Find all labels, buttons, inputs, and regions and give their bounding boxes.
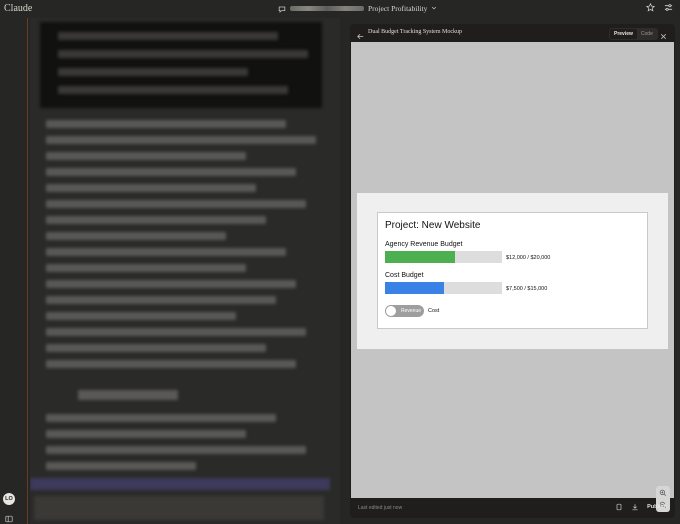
revenue-budget-label: Agency Revenue Budget bbox=[385, 241, 463, 248]
sliders-icon[interactable] bbox=[663, 2, 674, 13]
last-edited-text: Last edited just now bbox=[358, 505, 403, 511]
copy-icon[interactable] bbox=[615, 503, 623, 511]
artifact-footer: Last edited just now Publish bbox=[350, 498, 675, 518]
download-icon[interactable] bbox=[631, 503, 639, 511]
artifact-title: Dual Budget Tracking System Mockup bbox=[368, 29, 462, 35]
left-rail bbox=[0, 18, 28, 524]
project-title: Project: New Website bbox=[385, 220, 481, 231]
redacted-chat-title bbox=[290, 6, 364, 11]
artifact-panel: Dual Budget Tracking System Mockup Previ… bbox=[350, 24, 675, 518]
budget-card: Project: New Website Agency Revenue Budg… bbox=[377, 212, 648, 329]
toggle-revenue-label: Revenue bbox=[401, 308, 422, 314]
top-bar: Claude Project Profitability bbox=[0, 0, 680, 18]
artifact-header: Dual Budget Tracking System Mockup Previ… bbox=[350, 24, 675, 42]
project-name: Project Profitability bbox=[368, 4, 428, 13]
view-toggle: Preview Code bbox=[609, 28, 658, 40]
toggle-knob bbox=[386, 306, 396, 316]
sidebar-toggle-icon[interactable] bbox=[5, 510, 13, 523]
publish-button[interactable]: Publish bbox=[647, 504, 667, 510]
revenue-cost-toggle[interactable]: Revenue bbox=[385, 305, 424, 317]
cost-budget-bar bbox=[385, 282, 502, 294]
mockup-frame: Project: New Website Agency Revenue Budg… bbox=[357, 193, 668, 349]
tab-code[interactable]: Code bbox=[637, 29, 657, 39]
avatar[interactable]: LO bbox=[3, 493, 15, 505]
revenue-budget-bar bbox=[385, 251, 502, 263]
chat-conversation-blurred bbox=[30, 18, 340, 524]
tab-preview[interactable]: Preview bbox=[610, 29, 637, 39]
revenue-budget-fill bbox=[385, 251, 456, 263]
chat-bubble-icon bbox=[278, 5, 286, 13]
app-logo[interactable]: Claude bbox=[4, 3, 32, 14]
zoom-in-icon[interactable] bbox=[658, 488, 668, 498]
artifact-preview: Project: New Website Agency Revenue Budg… bbox=[351, 42, 674, 512]
cost-budget-value: $7,500 / $15,000 bbox=[506, 286, 548, 292]
close-icon[interactable] bbox=[659, 28, 668, 40]
chevron-down-icon bbox=[431, 4, 437, 13]
star-icon[interactable] bbox=[645, 2, 656, 13]
project-breadcrumb[interactable]: Project Profitability bbox=[278, 4, 437, 13]
revenue-budget-value: $12,000 / $20,000 bbox=[506, 255, 551, 261]
toggle-cost-label: Cost bbox=[428, 308, 440, 314]
cost-budget-label: Cost Budget bbox=[385, 272, 424, 279]
back-arrow-icon[interactable] bbox=[356, 28, 365, 40]
cost-budget-fill bbox=[385, 282, 444, 294]
